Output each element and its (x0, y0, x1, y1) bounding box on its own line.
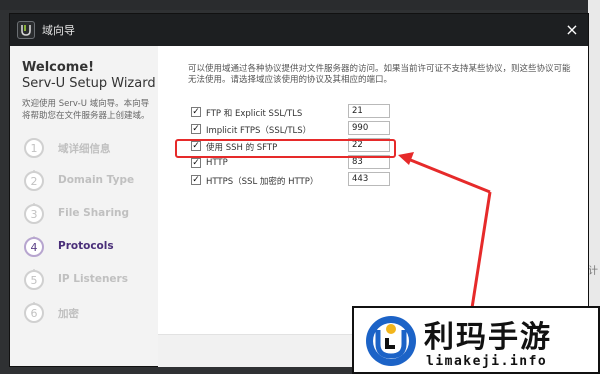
http-checkbox[interactable]: ✓ (191, 158, 201, 168)
step-encryption[interactable]: 6 加密 (24, 303, 154, 327)
protocol-label: HTTP (206, 158, 228, 168)
step-protocols[interactable]: 4 Protocols (24, 237, 154, 261)
serv-u-logo-icon (17, 21, 35, 39)
background-text: 计 (588, 266, 598, 277)
implicit-ftps-port-input[interactable] (348, 121, 390, 135)
step-label: Domain Type (58, 174, 135, 186)
wizard-description: 欢迎使用 Serv-U 域向导。本向导将帮助您在文件服务器上创建域。 (22, 99, 150, 121)
step-label: IP Listeners (58, 273, 128, 285)
protocol-row-https: ✓ HTTPS（SSL 加密的 HTTP） (188, 172, 548, 188)
http-row-highlight (175, 139, 396, 158)
step-number: 2 (24, 171, 44, 191)
protocol-label: FTP 和 Explicit SSL/TLS (206, 109, 303, 119)
ftp-port-input[interactable] (348, 104, 390, 118)
step-number: 3 (24, 204, 44, 224)
https-port-input[interactable] (348, 172, 390, 186)
protocol-label: Implicit FTPS（SSL/TLS） (206, 126, 312, 136)
step-domain-details[interactable]: 1 域详细信息 (24, 138, 154, 162)
watermark-logo-icon (366, 316, 416, 366)
desktop-bar (0, 0, 600, 10)
ftp-checkbox[interactable]: ✓ (191, 107, 201, 117)
site-watermark: 利玛手游 limakeji.info (352, 306, 600, 374)
protocol-label: HTTPS（SSL 加密的 HTTP） (206, 177, 319, 187)
step-domain-type[interactable]: 2 Domain Type (24, 171, 154, 195)
protocols-intro-text: 可以使用域通过各种协议提供对文件服务器的访问。如果当前许可证不支持某些协议，则这… (188, 64, 571, 85)
step-label: Protocols (58, 240, 114, 252)
protocol-row-ftp: ✓ FTP 和 Explicit SSL/TLS (188, 104, 548, 120)
watermark-url: limakeji.info (426, 354, 548, 369)
welcome-heading: Welcome! (22, 60, 95, 75)
implicit-ftps-checkbox[interactable]: ✓ (191, 124, 201, 134)
close-button[interactable]: × (560, 18, 584, 42)
step-label: 域详细信息 (58, 143, 111, 155)
https-checkbox[interactable]: ✓ (191, 175, 201, 185)
wizard-heading: Serv-U Setup Wizard (22, 76, 156, 91)
wizard-sidebar: Welcome! Serv-U Setup Wizard 欢迎使用 Serv-U… (10, 46, 159, 366)
step-number: 1 (24, 138, 44, 158)
step-ip-listeners[interactable]: 5 IP Listeners (24, 270, 154, 294)
step-number: 4 (24, 237, 44, 257)
title-bar: 域向导 × (10, 14, 588, 46)
watermark-name: 利玛手游 (424, 320, 552, 355)
step-label: 加密 (58, 308, 79, 320)
step-number: 6 (24, 303, 44, 323)
window-title: 域向导 (42, 24, 75, 37)
step-number: 5 (24, 270, 44, 290)
step-label: File Sharing (58, 207, 130, 219)
step-file-sharing[interactable]: 3 File Sharing (24, 204, 154, 228)
protocol-row-implicit-ftps: ✓ Implicit FTPS（SSL/TLS） (188, 121, 548, 137)
